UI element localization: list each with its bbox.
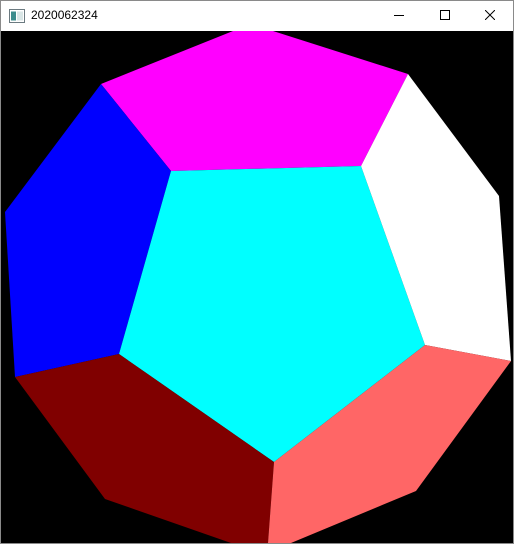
close-button[interactable]: [467, 1, 513, 31]
maximize-button[interactable]: [422, 1, 468, 31]
app-icon: [9, 9, 25, 23]
app-window: 2020062324: [0, 0, 514, 544]
window-title: 2020062324: [31, 8, 98, 22]
render-canvas[interactable]: [1, 31, 513, 543]
maximize-icon: [440, 7, 450, 25]
close-icon: [484, 7, 496, 25]
dodecahedron-scene: [1, 31, 513, 543]
minimize-button[interactable]: [376, 1, 422, 31]
minimize-icon: [394, 7, 404, 25]
title-bar[interactable]: 2020062324: [1, 1, 513, 31]
